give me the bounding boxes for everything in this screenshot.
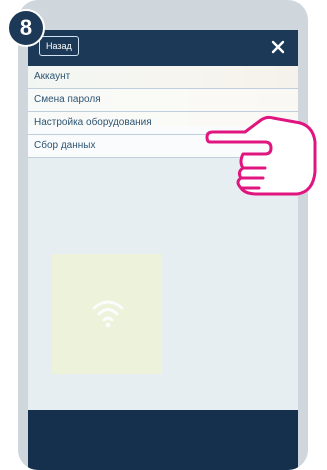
back-button[interactable]: Назад bbox=[39, 36, 79, 56]
top-bar: Назад bbox=[28, 30, 298, 66]
close-icon[interactable] bbox=[270, 39, 286, 55]
wifi-icon bbox=[92, 300, 124, 328]
step-number-badge: 8 bbox=[7, 9, 45, 47]
bottom-bar bbox=[28, 410, 298, 470]
device-widget bbox=[52, 254, 162, 374]
menu-item-account[interactable]: Аккаунт bbox=[28, 66, 298, 89]
app-screen: Назад Аккаунт Смена пароля Настройка обо… bbox=[28, 30, 298, 470]
phone-frame: Назад Аккаунт Смена пароля Настройка обо… bbox=[18, 0, 308, 470]
menu-item-change-password[interactable]: Смена пароля bbox=[28, 89, 298, 112]
pointing-hand-icon bbox=[205, 115, 317, 196]
